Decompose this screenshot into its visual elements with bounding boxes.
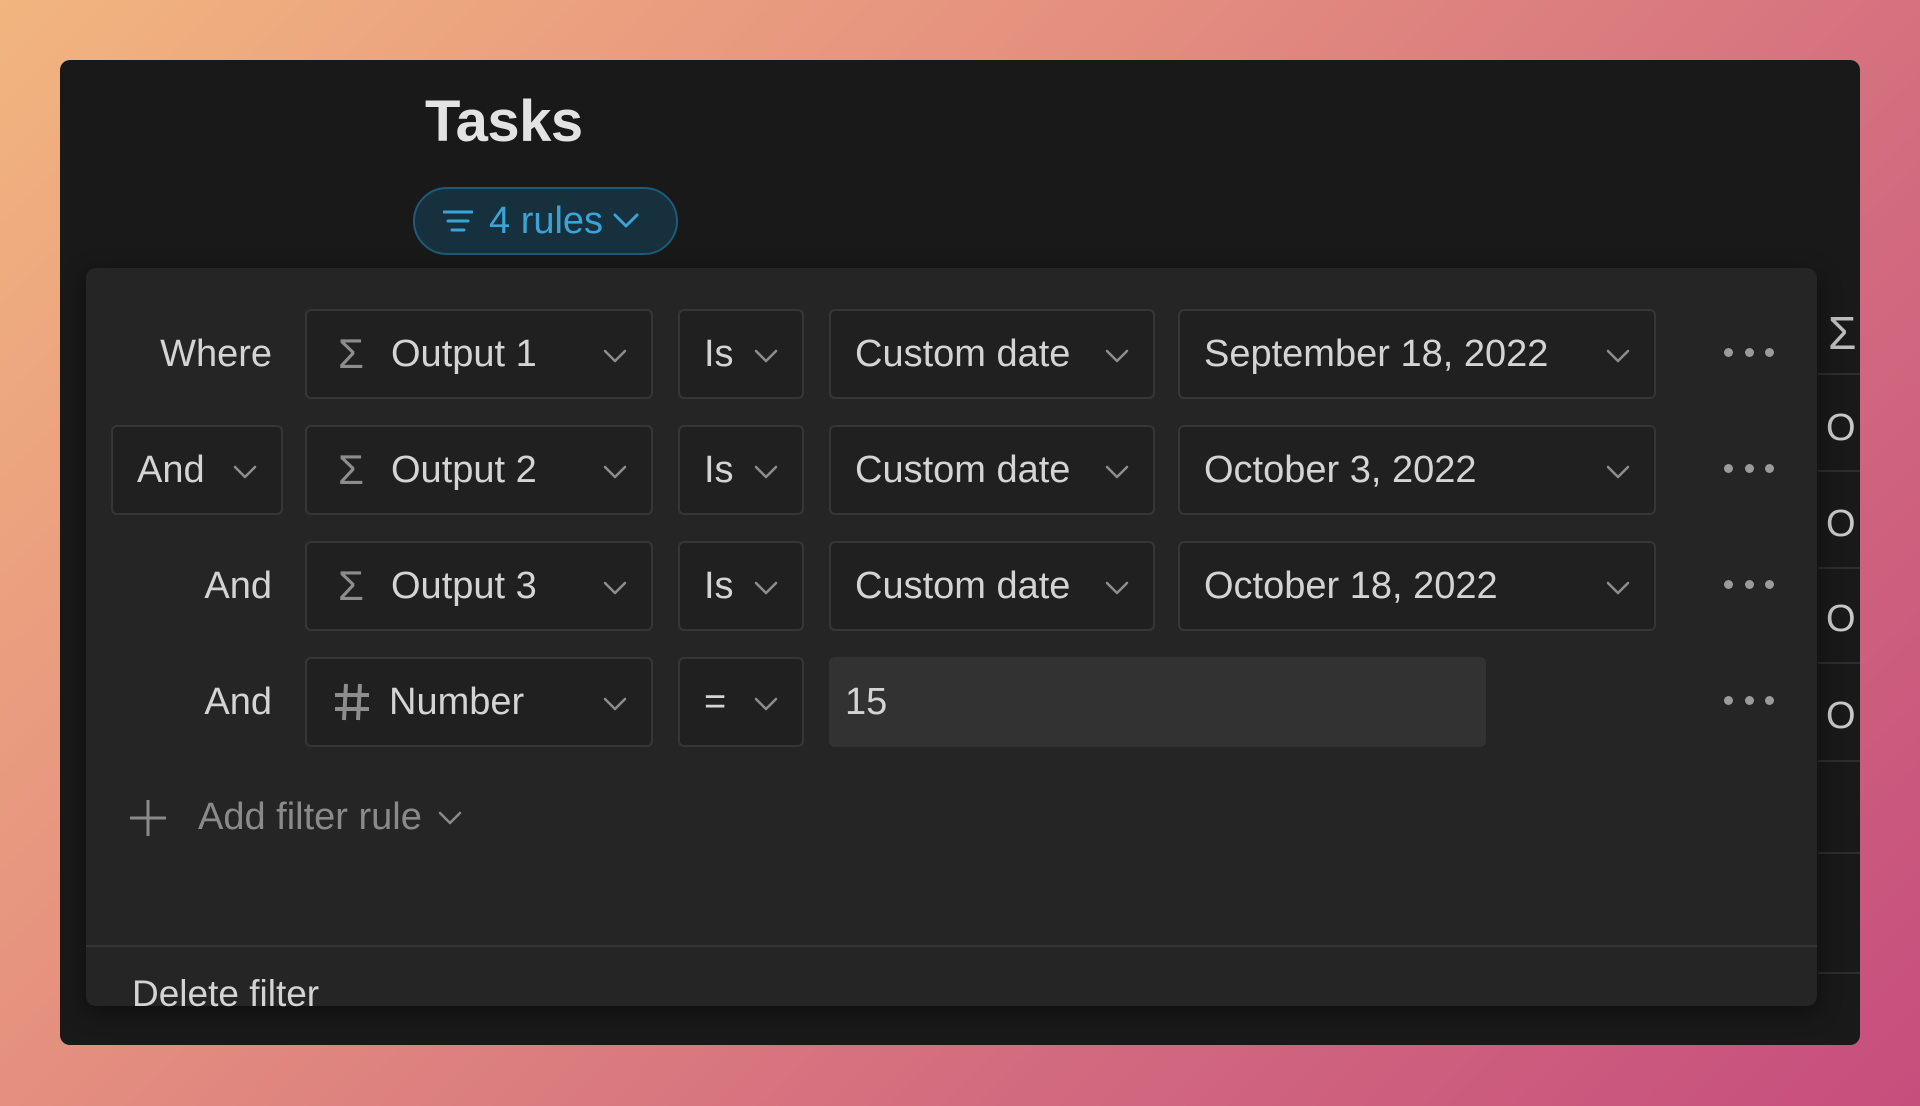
- property-select[interactable]: Number: [305, 657, 653, 747]
- side-divider: [1818, 662, 1860, 664]
- side-divider: [1818, 373, 1860, 375]
- more-options-icon[interactable]: [1724, 453, 1774, 483]
- more-options-icon[interactable]: [1724, 337, 1774, 367]
- conjunction-select[interactable]: And: [111, 425, 283, 515]
- date-value-label: October 18, 2022: [1204, 564, 1498, 607]
- date-type-label: Custom date: [855, 564, 1071, 607]
- chevron-down-icon: [1105, 349, 1129, 363]
- side-divider: [1818, 470, 1860, 472]
- filter-panel: Where Σ Output 1 Is Custom date Septembe…: [86, 268, 1817, 1014]
- filter-rule-row: And Σ Output 3 Is Custom date October 18…: [86, 541, 1817, 631]
- chevron-down-icon: [438, 811, 462, 824]
- chevron-down-icon: [1606, 465, 1630, 479]
- add-filter-rule-button[interactable]: Add filter rule: [128, 796, 462, 839]
- date-value-label: October 3, 2022: [1204, 448, 1477, 491]
- chevron-down-icon: [754, 697, 778, 711]
- side-divider: [1818, 760, 1860, 762]
- chevron-down-icon: [754, 581, 778, 595]
- date-type-select[interactable]: Custom date: [829, 541, 1155, 631]
- property-select[interactable]: Σ Output 1: [305, 309, 653, 399]
- date-value-select[interactable]: September 18, 2022: [1178, 309, 1656, 399]
- rule-conjunction: And: [204, 681, 272, 723]
- sigma-icon: Σ: [338, 330, 364, 377]
- side-cell: O: [1826, 598, 1856, 640]
- chevron-down-icon: [1606, 581, 1630, 595]
- rule-conjunction: And: [204, 565, 272, 607]
- chevron-down-icon: [603, 465, 627, 479]
- more-options-icon[interactable]: [1724, 569, 1774, 599]
- date-type-label: Custom date: [855, 448, 1071, 491]
- date-value-select[interactable]: October 18, 2022: [1178, 541, 1656, 631]
- property-label: Output 2: [391, 448, 537, 491]
- plus-icon: [130, 799, 166, 836]
- add-filter-rule-label: Add filter rule: [198, 796, 422, 838]
- number-value: 15: [845, 680, 888, 723]
- hash-icon: [335, 683, 369, 721]
- date-value-label: September 18, 2022: [1204, 332, 1549, 375]
- chevron-down-icon: [1606, 349, 1630, 363]
- filter-pill-label: 4 rules: [489, 199, 604, 242]
- property-select[interactable]: Σ Output 3: [305, 541, 653, 631]
- property-label: Number: [389, 680, 525, 723]
- chevron-down-icon: [754, 465, 778, 479]
- more-options-icon[interactable]: [1724, 685, 1774, 715]
- operator-select[interactable]: Is: [678, 309, 804, 399]
- filter-rule-row: And Σ Output 2 Is Custom date October 3,…: [86, 425, 1817, 515]
- filter-rules-pill[interactable]: 4 rules: [413, 187, 678, 255]
- operator-label: Is: [704, 332, 734, 375]
- property-label: Output 3: [391, 564, 537, 607]
- conjunction-label: And: [137, 448, 205, 491]
- side-cell: O: [1826, 503, 1856, 545]
- date-type-label: Custom date: [855, 332, 1071, 375]
- filter-rule-row: Where Σ Output 1 Is Custom date Septembe…: [86, 309, 1817, 399]
- chevron-down-icon: [603, 349, 627, 363]
- chevron-down-icon: [603, 581, 627, 595]
- operator-label: =: [704, 680, 727, 723]
- property-label: Output 1: [391, 332, 537, 375]
- app-window: Tasks 4 rules Σ O O O O Where Σ Output 1: [60, 60, 1860, 1045]
- sigma-icon: Σ: [338, 562, 364, 609]
- chevron-down-icon: [613, 213, 639, 228]
- property-select[interactable]: Σ Output 2: [305, 425, 653, 515]
- operator-select[interactable]: Is: [678, 425, 804, 515]
- operator-label: Is: [704, 448, 734, 491]
- side-divider: [1818, 567, 1860, 569]
- chevron-down-icon: [603, 697, 627, 711]
- filter-rule-row: And Number = 15: [86, 657, 1817, 747]
- side-cell: O: [1826, 407, 1856, 449]
- chevron-down-icon: [1105, 581, 1129, 595]
- delete-filter-button[interactable]: Delete filter: [132, 973, 319, 1015]
- filter-lines-icon: [443, 210, 473, 232]
- rule-conjunction: Where: [160, 333, 272, 375]
- operator-select[interactable]: Is: [678, 541, 804, 631]
- chevron-down-icon: [233, 465, 257, 479]
- side-divider: [1818, 852, 1860, 854]
- side-cell: O: [1826, 695, 1856, 737]
- operator-select[interactable]: =: [678, 657, 804, 747]
- panel-divider: [86, 945, 1817, 947]
- sigma-icon: Σ: [1828, 307, 1857, 359]
- date-type-select[interactable]: Custom date: [829, 425, 1155, 515]
- page-title: Tasks: [425, 89, 583, 154]
- chevron-down-icon: [754, 349, 778, 363]
- date-value-select[interactable]: October 3, 2022: [1178, 425, 1656, 515]
- side-divider: [1818, 972, 1860, 974]
- date-type-select[interactable]: Custom date: [829, 309, 1155, 399]
- chevron-down-icon: [1105, 465, 1129, 479]
- sigma-icon: Σ: [338, 446, 364, 493]
- operator-label: Is: [704, 564, 734, 607]
- number-value-input[interactable]: 15: [829, 657, 1486, 747]
